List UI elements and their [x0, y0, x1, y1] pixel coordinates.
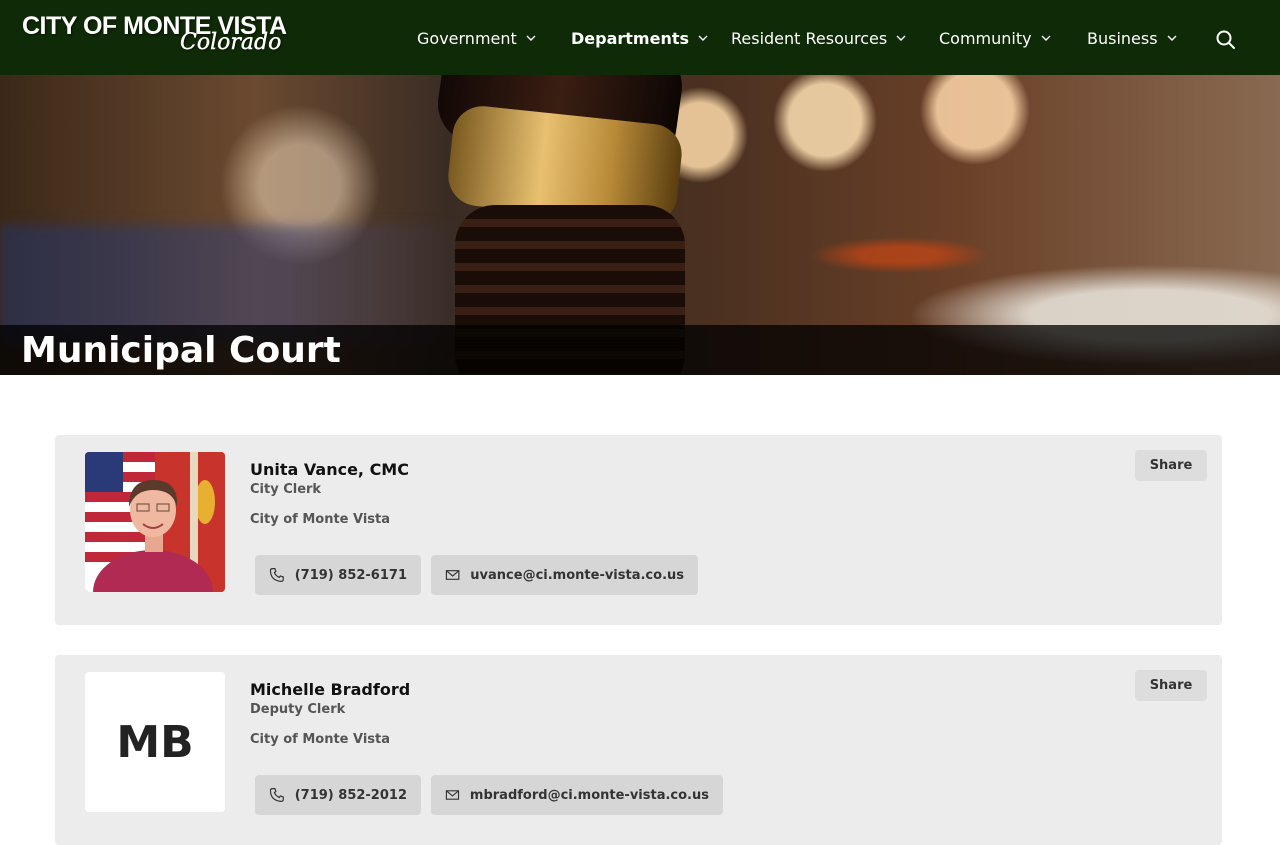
- email-link[interactable]: mbradford@ci.monte-vista.co.us: [431, 775, 723, 815]
- chevron-down-icon: [1167, 35, 1177, 41]
- nav-label: Business: [1087, 28, 1158, 48]
- contact-card: MB Michelle Bradford Deputy Clerk City o…: [55, 655, 1222, 845]
- contact-organization: City of Monte Vista: [250, 512, 391, 527]
- phone-link[interactable]: (719) 852-6171: [255, 555, 421, 595]
- contact-organization: City of Monte Vista: [250, 732, 391, 747]
- page-title: Municipal Court: [21, 330, 341, 371]
- contact-name: Michelle Bradford: [250, 680, 411, 699]
- chevron-down-icon: [698, 35, 708, 41]
- nav-label: Community: [939, 28, 1032, 48]
- phone-number: (719) 852-6171: [294, 567, 407, 583]
- logo-sub-text: Colorado: [180, 30, 282, 55]
- nav-label: Resident Resources: [731, 28, 888, 48]
- nav-item-community[interactable]: Community: [939, 27, 1052, 49]
- nav-item-resident-resources[interactable]: Resident Resources: [731, 27, 907, 49]
- nav-item-government[interactable]: Government: [417, 27, 537, 49]
- share-button[interactable]: Share: [1135, 670, 1207, 701]
- contact-photo: [85, 452, 225, 592]
- nav-label: Departments: [571, 28, 690, 48]
- site-header: CITY OF MONTE VISTA Colorado Government …: [0, 0, 1280, 75]
- person-photo-illustration: [85, 452, 225, 592]
- chevron-down-icon: [896, 35, 906, 41]
- contact-role: City Clerk: [250, 482, 322, 497]
- contact-card: Unita Vance, CMC City Clerk City of Mont…: [55, 435, 1222, 625]
- phone-icon: [269, 788, 284, 802]
- nav-item-departments[interactable]: Departments: [571, 27, 709, 49]
- contact-role: Deputy Clerk: [250, 702, 346, 717]
- email-link[interactable]: uvance@ci.monte-vista.co.us: [431, 555, 698, 595]
- hero-banner: Municipal Court: [0, 75, 1280, 375]
- search-icon: [1216, 30, 1235, 49]
- phone-icon: [269, 568, 284, 582]
- contact-initials-avatar: MB: [85, 672, 225, 812]
- chevron-down-icon: [1041, 35, 1051, 41]
- nav-item-business[interactable]: Business: [1087, 27, 1178, 49]
- search-button[interactable]: [1214, 28, 1238, 52]
- mail-icon: [445, 790, 460, 800]
- chevron-down-icon: [526, 35, 536, 41]
- hero-title-bar: Municipal Court: [0, 325, 1280, 375]
- contact-name: Unita Vance, CMC: [250, 460, 409, 479]
- email-address: uvance@ci.monte-vista.co.us: [470, 567, 684, 583]
- phone-link[interactable]: (719) 852-2012: [255, 775, 421, 815]
- mail-icon: [445, 570, 460, 580]
- city-logo[interactable]: CITY OF MONTE VISTA Colorado: [22, 10, 302, 60]
- share-button[interactable]: Share: [1135, 450, 1207, 481]
- phone-number: (719) 852-2012: [294, 787, 407, 803]
- email-address: mbradford@ci.monte-vista.co.us: [469, 787, 709, 803]
- nav-label: Government: [417, 28, 517, 48]
